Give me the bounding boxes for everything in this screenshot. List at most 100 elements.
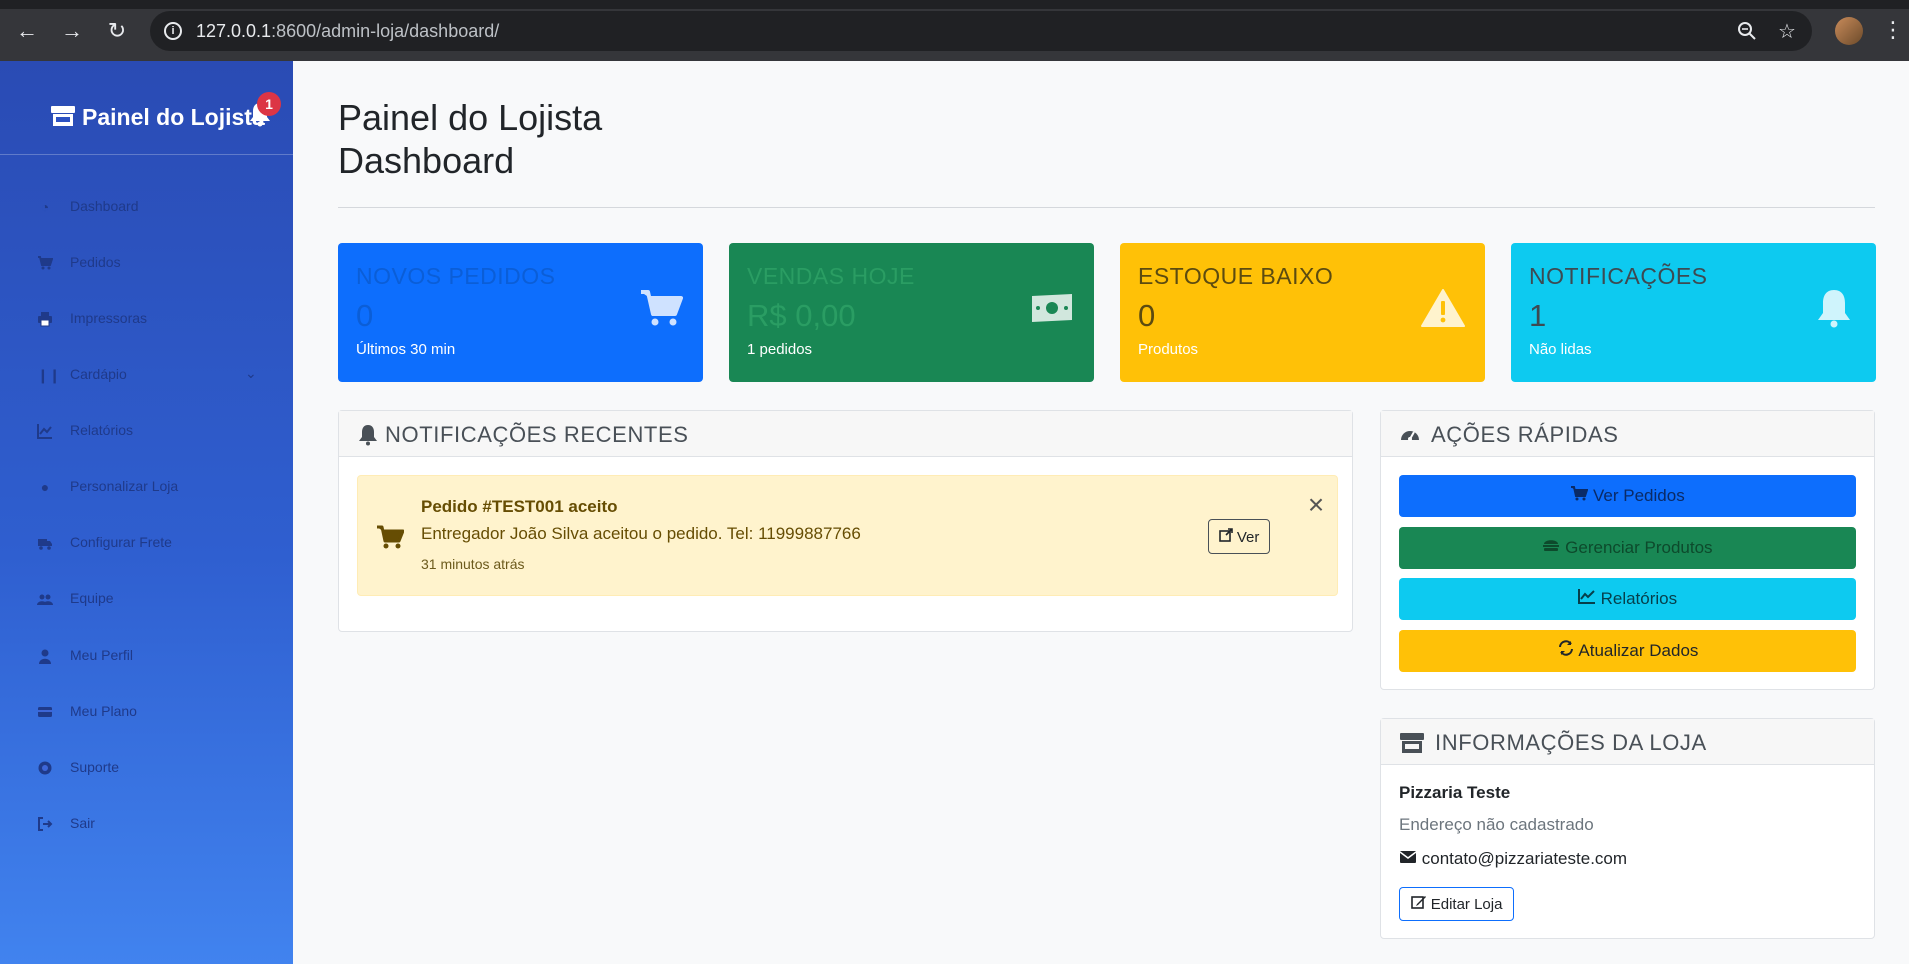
- zoom-icon[interactable]: [1736, 21, 1758, 43]
- store-email: contato@pizzariateste.com: [1399, 849, 1627, 869]
- sidebar-item-impressoras[interactable]: Impressoras: [0, 299, 293, 339]
- view-orders-button[interactable]: Ver Pedidos: [1399, 475, 1856, 517]
- sidebar-item-dashboard[interactable]: ◔ Dashboard: [0, 187, 293, 227]
- sidebar-item-label: Configurar Frete: [70, 534, 172, 550]
- sidebar-item-meu-plano[interactable]: Meu Plano: [0, 692, 293, 732]
- button-label: Gerenciar Produtos: [1565, 538, 1713, 557]
- user-icon: [37, 648, 53, 664]
- sidebar-item-cardapio[interactable]: ❙❙ Cardápio ⌄: [0, 355, 293, 395]
- header-divider: [338, 207, 1875, 208]
- edit-icon: [1410, 896, 1426, 909]
- bookmark-star-icon[interactable]: ☆: [1776, 21, 1798, 43]
- sidebar-item-pedidos[interactable]: Pedidos: [0, 243, 293, 283]
- sidebar-item-suporte[interactable]: Suporte: [0, 748, 293, 788]
- sidebar-item-label: Sair: [70, 815, 95, 831]
- page-title-line2: Dashboard: [338, 140, 515, 181]
- sidebar-item-label: Meu Perfil: [70, 647, 134, 663]
- store-address: Endereço não cadastrado: [1399, 815, 1594, 834]
- view-notification-button[interactable]: Ver: [1208, 519, 1270, 554]
- button-label: Relatórios: [1600, 589, 1678, 608]
- stat-card-novos-pedidos: NOVOS PEDIDOS 0 Últimos 30 min: [338, 243, 703, 382]
- stat-subtitle: Últimos 30 min: [356, 341, 456, 358]
- sidebar-item-meu-perfil[interactable]: Meu Perfil: [0, 636, 293, 676]
- stat-title: NOVOS PEDIDOS: [356, 263, 556, 289]
- utensils-icon: ❙❙: [37, 367, 61, 383]
- button-label: Atualizar Dados: [1578, 641, 1699, 660]
- gauge-icon: [1401, 431, 1419, 441]
- chevron-down-icon[interactable]: ⌄: [245, 365, 257, 382]
- life-ring-icon: [37, 760, 53, 776]
- store-icon: [1400, 733, 1424, 753]
- profile-avatar[interactable]: [1835, 17, 1863, 45]
- sidebar-item-label: Suporte: [70, 759, 120, 775]
- sidebar-item-label: Impressoras: [70, 310, 148, 326]
- store-info-card: INFORMAÇÕES DA LOJA Pizzaria Teste Ender…: [1380, 718, 1875, 939]
- notification-message: Entregador João Silva aceitou o pedido. …: [421, 524, 861, 543]
- view-button-label: Ver: [1236, 528, 1260, 546]
- card-title: INFORMAÇÕES DA LOJA: [1435, 730, 1707, 755]
- reload-icon[interactable]: ↻: [105, 19, 129, 43]
- sidebar-item-label: Personalizar Loja: [70, 478, 179, 494]
- notification-time: 31 minutos atrás: [421, 556, 525, 572]
- printer-icon: [37, 311, 53, 327]
- notification-title: Pedido #TEST001 aceito: [421, 497, 618, 516]
- manage-products-button[interactable]: Gerenciar Produtos: [1399, 527, 1856, 569]
- sidebar-item-label: Pedidos: [70, 254, 121, 270]
- bell-icon: [359, 425, 377, 446]
- credit-card-icon: [37, 704, 53, 720]
- store-icon: [51, 106, 75, 126]
- stat-card-notificacoes: NOTIFICAÇÕES 1 Não lidas: [1511, 243, 1876, 382]
- sidebar-item-sair[interactable]: Sair: [0, 804, 293, 844]
- stat-subtitle: Produtos: [1138, 341, 1199, 358]
- page-title-line1: Painel do Lojista: [338, 97, 603, 138]
- url-path: :8600/admin-loja/dashboard/: [271, 21, 500, 41]
- notification-badge: 1: [257, 92, 281, 116]
- forward-icon[interactable]: →: [60, 19, 84, 43]
- stat-subtitle: 1 pedidos: [747, 341, 813, 358]
- sidebar-item-label: Dashboard: [70, 198, 139, 214]
- cart-icon: [1571, 486, 1589, 501]
- stat-title: ESTOQUE BAIXO: [1138, 263, 1334, 289]
- warning-icon: [1421, 289, 1465, 327]
- edit-store-button[interactable]: Editar Loja: [1399, 887, 1514, 921]
- back-icon[interactable]: ←: [15, 19, 39, 43]
- url-text[interactable]: 127.0.0.1:8600/admin-loja/dashboard/: [196, 21, 499, 42]
- address-bar[interactable]: i 127.0.0.1:8600/admin-loja/dashboard/ ☆: [150, 11, 1812, 51]
- cart-icon: [377, 525, 404, 549]
- cart-icon: [37, 255, 54, 271]
- gauge-icon: ◔: [40, 199, 50, 215]
- stat-card-estoque-baixo: ESTOQUE BAIXO 0 Produtos: [1120, 243, 1485, 382]
- users-icon: [37, 591, 53, 607]
- stat-value: 0: [356, 298, 374, 333]
- chart-line-icon: [1577, 589, 1595, 604]
- sidebar-item-relatorios[interactable]: Relatórios: [0, 411, 293, 451]
- truck-icon: [37, 535, 53, 551]
- stat-card-vendas-hoje: VENDAS HOJE R$ 0,00 1 pedidos: [729, 243, 1094, 382]
- close-icon[interactable]: ×: [1304, 491, 1328, 519]
- card-header: NOTIFICAÇÕES RECENTES: [339, 411, 1352, 457]
- refresh-icon: [1558, 640, 1573, 656]
- site-info-icon[interactable]: i: [164, 22, 182, 40]
- sidebar-brand: Painel do Lojista 1: [0, 61, 293, 155]
- sidebar-item-equipe[interactable]: Equipe: [0, 579, 293, 619]
- sidebar-item-personalizar-loja[interactable]: ● Personalizar Loja: [0, 467, 293, 507]
- url-host: 127.0.0.1: [196, 21, 272, 41]
- money-bill-icon: [1032, 294, 1072, 322]
- stat-value: 1: [1529, 298, 1547, 333]
- sidebar-item-configurar-frete[interactable]: Configurar Frete: [0, 523, 293, 563]
- refresh-data-button[interactable]: Atualizar Dados: [1399, 630, 1856, 672]
- stat-title: VENDAS HOJE: [747, 263, 915, 289]
- sidebar-item-label: Meu Plano: [70, 703, 137, 719]
- sidebar-item-label: Equipe: [70, 590, 114, 606]
- browser-menu-icon[interactable]: ⋮: [1882, 14, 1904, 46]
- tab-strip: [0, 0, 1909, 9]
- reports-button[interactable]: Relatórios: [1399, 578, 1856, 620]
- sign-out-icon: [37, 816, 53, 832]
- cart-icon: [641, 290, 683, 326]
- store-email-text: contato@pizzariateste.com: [1421, 849, 1628, 868]
- sidebar-item-label: Relatórios: [70, 422, 134, 438]
- brand-title[interactable]: Painel do Lojista: [82, 104, 265, 131]
- external-link-icon: [1218, 527, 1233, 542]
- card-title: AÇÕES RÁPIDAS: [1431, 422, 1619, 447]
- stat-value: R$ 0,00: [747, 298, 856, 333]
